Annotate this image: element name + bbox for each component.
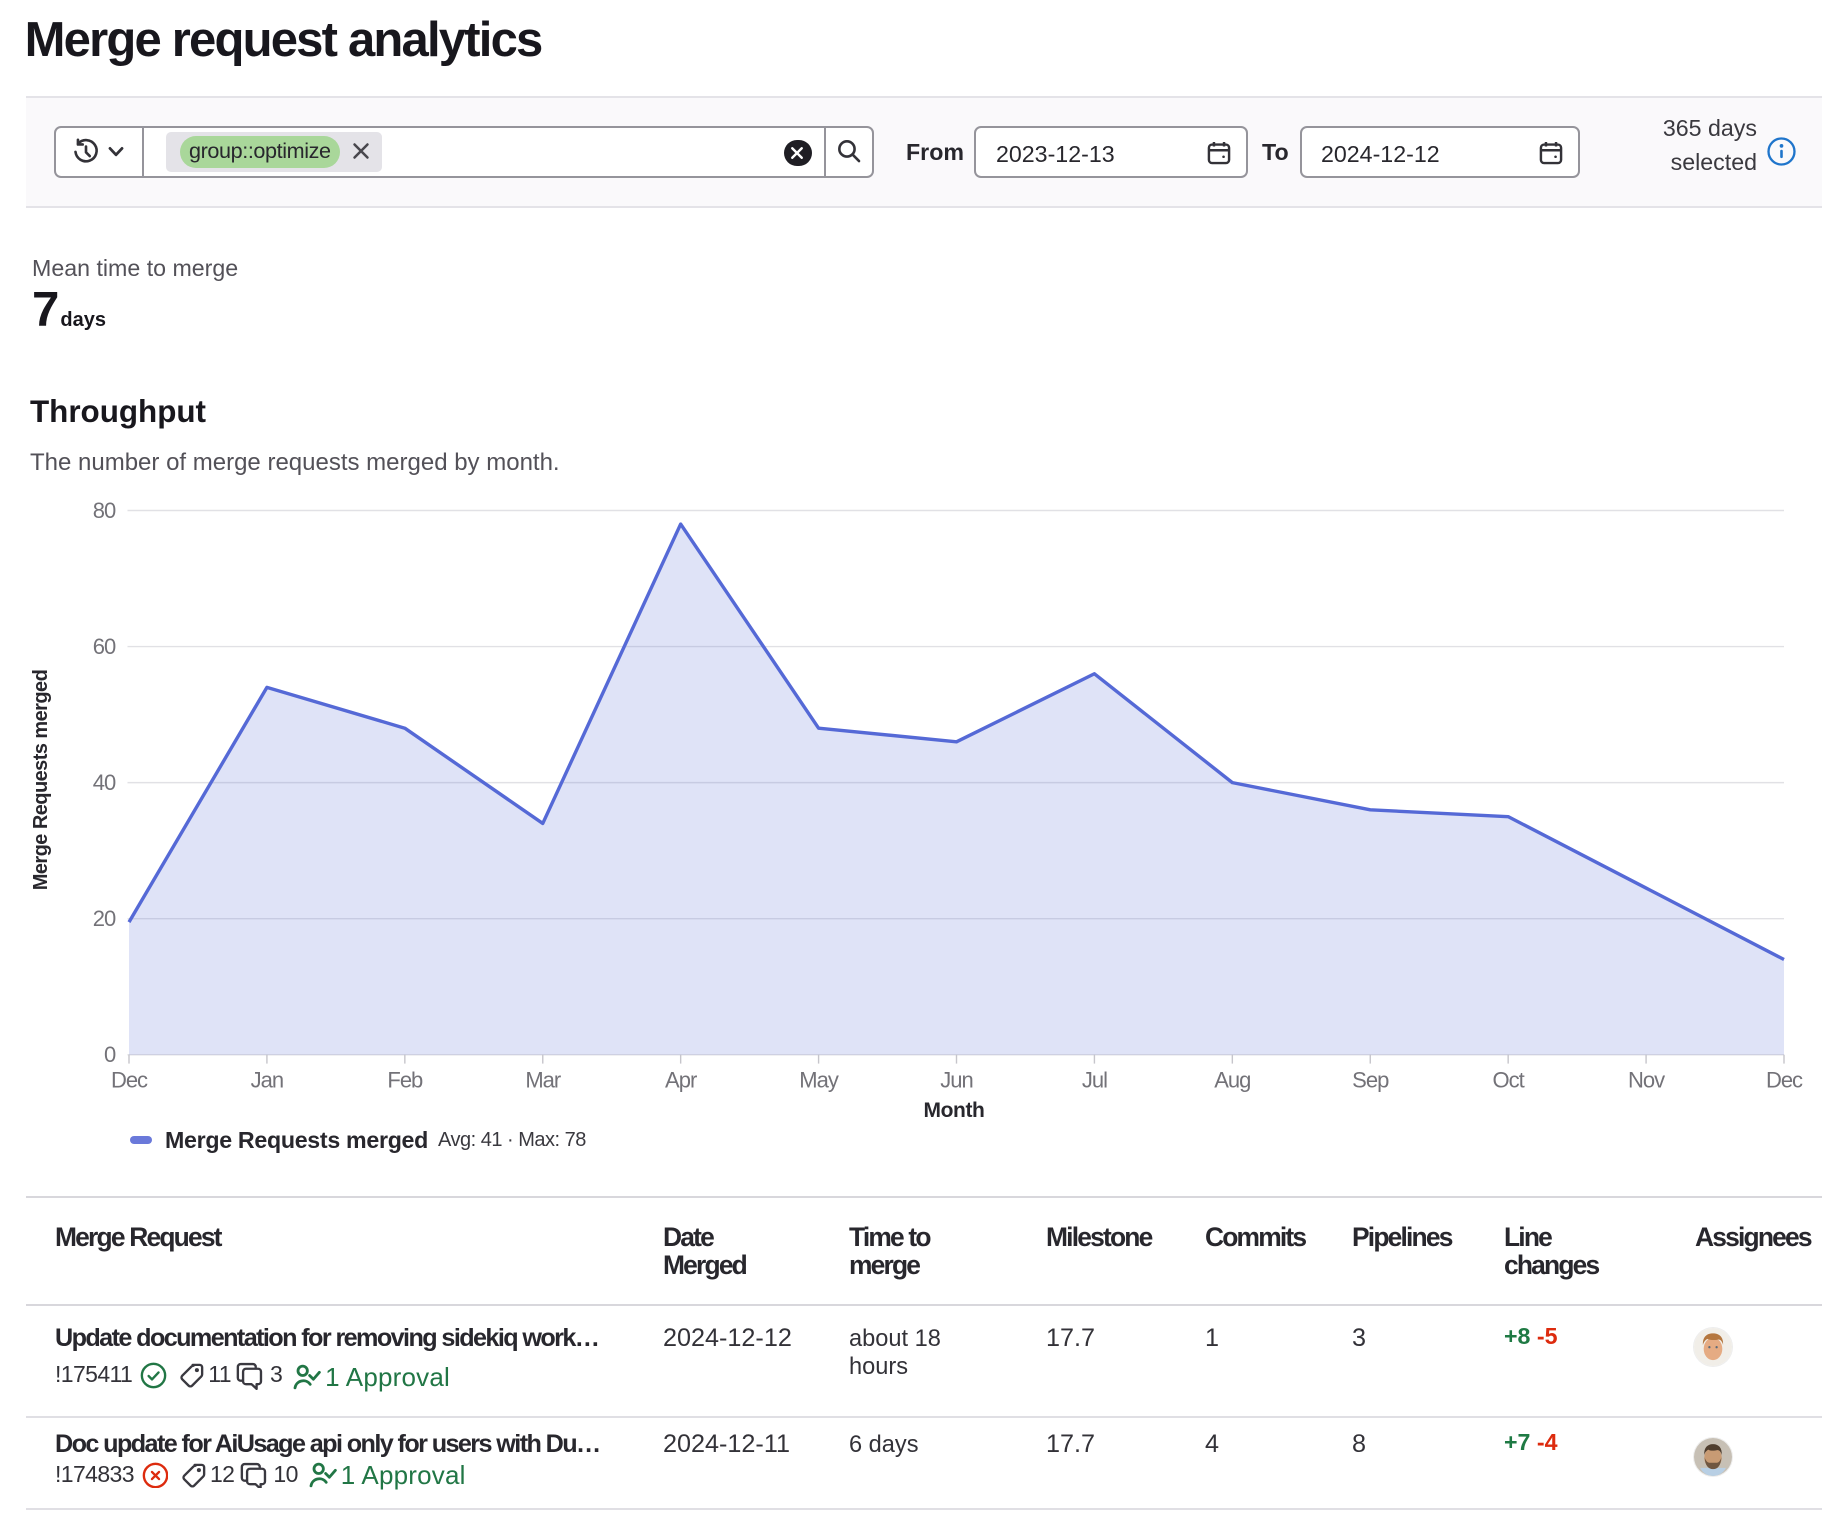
svg-text:Month: Month — [924, 1099, 985, 1122]
svg-text:20: 20 — [93, 906, 116, 931]
svg-text:Jan: Jan — [251, 1068, 283, 1093]
svg-text:Dec: Dec — [1766, 1068, 1803, 1093]
svg-text:Mar: Mar — [525, 1068, 561, 1093]
svg-text:May: May — [799, 1068, 839, 1093]
svg-text:0: 0 — [104, 1042, 116, 1067]
svg-text:Merge Requests merged: Merge Requests merged — [30, 670, 52, 891]
svg-text:Dec: Dec — [111, 1068, 148, 1093]
svg-text:Feb: Feb — [387, 1068, 423, 1093]
svg-text:Oct: Oct — [1493, 1068, 1525, 1093]
svg-text:60: 60 — [93, 634, 116, 659]
svg-text:Sep: Sep — [1352, 1068, 1389, 1093]
svg-text:80: 80 — [93, 498, 116, 523]
svg-text:Jun: Jun — [940, 1068, 972, 1093]
svg-text:Nov: Nov — [1628, 1068, 1665, 1093]
svg-text:Aug: Aug — [1214, 1068, 1250, 1093]
svg-text:40: 40 — [93, 770, 116, 795]
svg-text:Jul: Jul — [1082, 1068, 1107, 1093]
svg-text:Apr: Apr — [665, 1068, 697, 1093]
